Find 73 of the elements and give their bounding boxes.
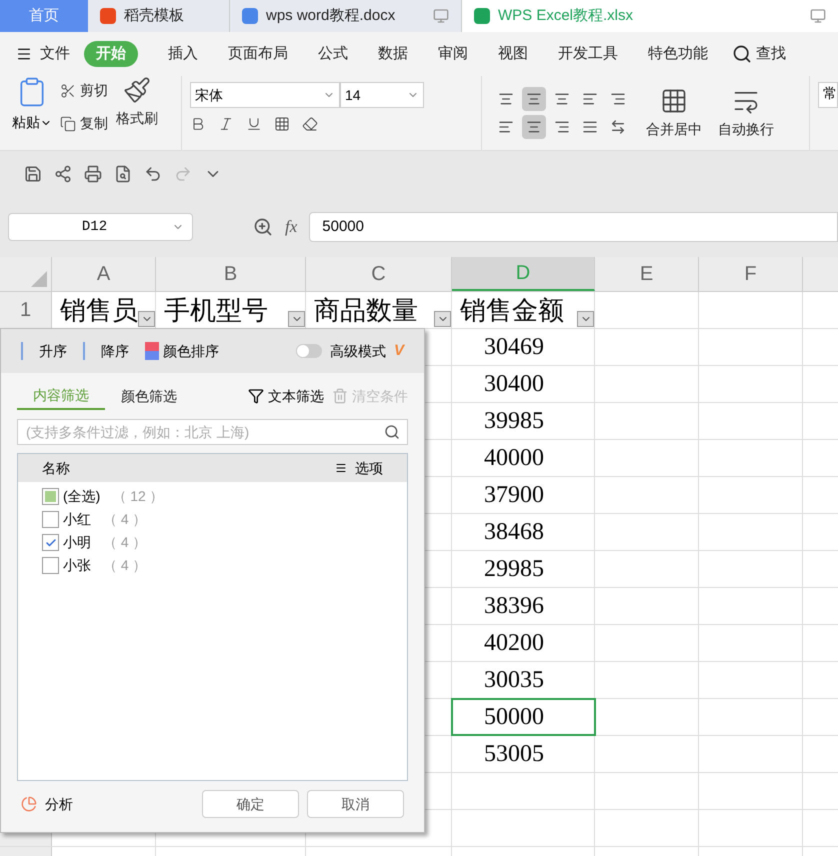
cut-button[interactable]: 剪切	[60, 80, 108, 101]
header-cell-text: 商品数量	[313, 295, 418, 328]
ribbon-tab[interactable]: 特色功能	[648, 42, 708, 66]
value-count: （ 4 ）	[103, 510, 147, 529]
paste-button[interactable]: 粘贴	[12, 112, 52, 133]
formula-field[interactable]: 50000	[309, 212, 838, 242]
table-cell-text: 53005	[483, 740, 544, 769]
filter-list-item[interactable]: 小红 （ 4 ）	[18, 508, 407, 531]
format-painter-button[interactable]: 格式刷	[116, 76, 158, 129]
document-tab[interactable]: 稻壳模板	[88, 0, 230, 32]
header-cell-text: 手机型号	[163, 295, 268, 328]
name-box[interactable]: D12	[8, 213, 193, 241]
filter-tab[interactable]: 颜色筛选	[105, 382, 193, 410]
size-dropdown[interactable]: 14	[340, 82, 424, 108]
ribbon-tab[interactable]: 数据	[378, 42, 408, 66]
table-cell-text: 50000	[483, 703, 544, 732]
font-name: 宋体	[195, 86, 223, 104]
table-cell-text: 37900	[483, 481, 544, 510]
search-field[interactable]: (支持多条件过滤，例如：北京 上海)	[17, 419, 408, 445]
cancel-button[interactable]: 取消	[307, 790, 404, 818]
analysis-button[interactable]: 分析	[21, 794, 73, 814]
filter-list-item[interactable]: 小明 （ 4 ）	[18, 531, 407, 554]
header-cell-text: 销售金额	[459, 295, 564, 328]
table-cell-text: 29985	[483, 555, 544, 584]
table-cell-text: 38396	[483, 592, 544, 621]
value-count: （ 4 ）	[103, 533, 147, 552]
wrap-button[interactable]: 自动换行	[718, 86, 774, 140]
table-cell-text: 30400	[483, 370, 544, 399]
table-cell-text: 40200	[483, 629, 544, 658]
ribbon-tab[interactable]: 视图	[498, 42, 528, 66]
table-cell-text: 38468	[483, 518, 544, 547]
value-count: （ 4 ）	[103, 556, 147, 575]
filter-list-item[interactable]: 小张 （ 4 ）	[18, 554, 407, 577]
table-cell-text: 40000	[483, 444, 544, 473]
advanced-mode-toggle[interactable]: 高级模式	[296, 340, 386, 362]
file-menu[interactable]: 文件	[16, 42, 70, 66]
font-size: 14	[345, 86, 361, 104]
ok-button[interactable]: 确定	[202, 790, 299, 818]
ribbon-tab[interactable]: 公式	[318, 42, 348, 66]
value-label: 小张	[63, 556, 91, 575]
text-filter-button[interactable]: 文本筛选	[248, 386, 324, 406]
value-label: 小明	[63, 533, 91, 552]
value-label: (全选)	[63, 487, 100, 506]
merge-button[interactable]: 合并居中	[646, 86, 702, 140]
function-label: fx	[285, 216, 298, 238]
search-button[interactable]: 查找	[732, 42, 786, 66]
table-cell-text: 30035	[483, 666, 544, 695]
column-heading: 名称	[42, 458, 70, 478]
table-cell-text: 30469	[483, 333, 544, 362]
font-dropdown[interactable]: 宋体	[190, 82, 340, 108]
sort-button[interactable]: 降序	[83, 340, 129, 362]
sort-button[interactable]: 升序	[21, 340, 67, 362]
number-format-dropdown[interactable]: 常	[818, 82, 838, 108]
column-header[interactable]: A	[52, 257, 156, 291]
cell-reference: D12	[80, 218, 108, 236]
header-cell-text: 销售员	[59, 295, 138, 328]
column-header[interactable]: E	[595, 257, 699, 291]
value-count: （ 12 ）	[112, 487, 164, 506]
document-tab[interactable]: wps word教程.docx	[230, 0, 462, 32]
column-header[interactable]: F	[699, 257, 803, 291]
ribbon-tab[interactable]: 开发工具	[558, 42, 618, 66]
ribbon-tab[interactable]: 审阅	[438, 42, 468, 66]
value-label: 小红	[63, 510, 91, 529]
column-header[interactable]: B	[156, 257, 306, 291]
sort-button[interactable]: 颜色排序	[145, 340, 219, 362]
ribbon-tab[interactable]: 插入	[168, 42, 198, 66]
copy-button[interactable]: 复制	[60, 113, 108, 134]
table-cell-text: 39985	[483, 407, 544, 436]
row-header[interactable]: 1	[0, 292, 52, 328]
ribbon-tab[interactable]: 页面布局	[228, 42, 288, 66]
vip-label: V	[394, 340, 404, 361]
options-button[interactable]: 选项	[335, 458, 383, 478]
filter-list-item[interactable]: (全选) （ 12 ）	[18, 485, 407, 508]
